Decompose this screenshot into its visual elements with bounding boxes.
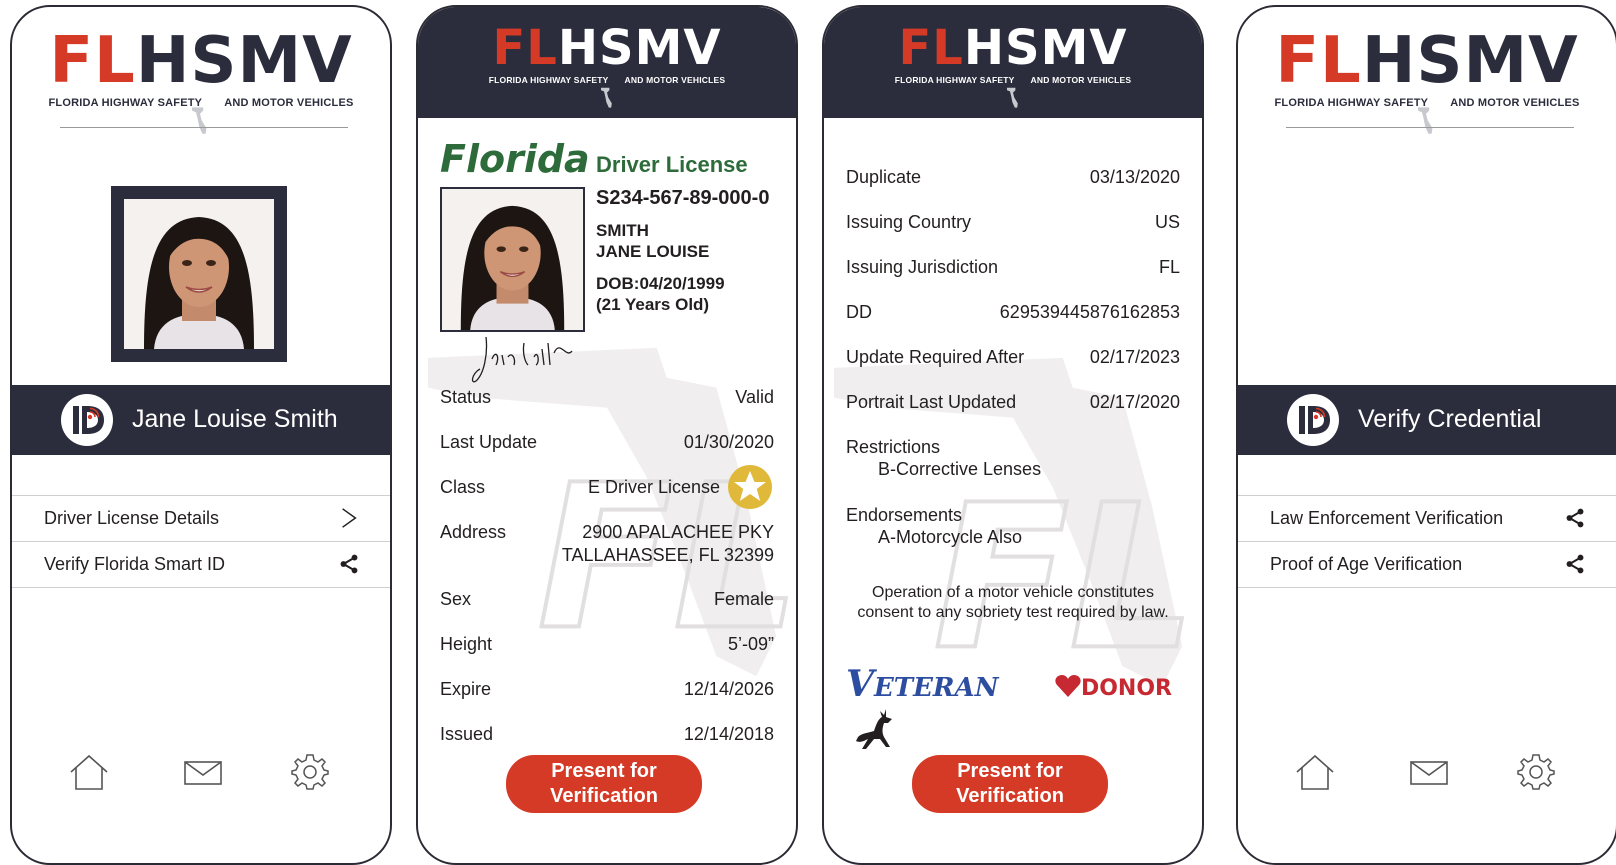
menu-list: Driver License Details Verify Florida Sm… [12,495,390,588]
florida-map-icon [1007,87,1019,109]
holder-name: Jane Louise Smith [132,405,338,433]
mail-icon[interactable] [183,752,223,792]
bottom-nav [12,752,390,792]
state-name: Florida [440,137,590,181]
name-banner: Jane Louise Smith [12,385,390,455]
license-front-screen: FLHSMV FLORIDA HIGHWAY SAFETY AND MOTOR V… [416,5,798,865]
flhsmv-logo: FLHSMV FLORIDA HIGHWAY SAFETY AND MOTOR V… [824,23,1202,85]
flhsmv-logo: FLHSMV FLORIDA HIGHWAY SAFETY AND MOTOR V… [12,29,390,109]
hunting-license-deer-icon [856,709,892,749]
gear-icon[interactable] [290,752,330,792]
holder-name: SMITH JANE LOUISE [596,221,710,261]
signature [471,336,573,383]
license-back-screen: FLHSMV FLORIDA HIGHWAY SAFETY AND MOTOR V… [822,5,1204,865]
title-banner: Verify Credential [1238,385,1616,455]
menu-list: Law Enforcement Verification Proof of Ag… [1238,495,1616,588]
bottom-nav [1238,752,1616,792]
gear-icon[interactable] [1516,752,1556,792]
license-photo [440,187,585,332]
flhsmv-logo: FLHSMV FLORIDA HIGHWAY SAFETY AND MOTOR V… [418,23,796,85]
home-screen: FLHSMV FLORIDA HIGHWAY SAFETY AND MOTOR V… [10,5,392,865]
share-icon [1564,507,1586,529]
share-icon [338,553,360,575]
mail-icon[interactable] [1409,752,1449,792]
menu-item-label: Law Enforcement Verification [1270,508,1504,528]
florida-map-icon [192,107,208,135]
restrictions-value: B-Corrective Lenses [878,459,1042,479]
menu-item-label: Verify Florida Smart ID [44,554,226,574]
endorsements-value: A-Motorcycle Also [878,527,1023,547]
profile-photo [111,186,287,362]
license-number: S234-567-89-000-0 [596,187,770,209]
share-icon [1564,553,1586,575]
svg-text:FL: FL [933,461,1196,693]
smart-id-logo-icon [60,393,114,447]
organ-donor-designation: DONOR [1055,675,1172,701]
flhsmv-logo: FLHSMV FLORIDA HIGHWAY SAFETY AND MOTOR V… [1238,29,1616,109]
verify-smart-id-item[interactable]: Verify Florida Smart ID [12,541,390,588]
florida-map-icon [1418,107,1434,135]
smart-id-logo-icon [1286,393,1340,447]
implied-consent-notice: Operation of a motor vehicle constitutes… [857,584,1169,621]
date-of-birth: DOB:04/20/1999 (21 Years Old) [596,274,725,314]
menu-item-label: Proof of Age Verification [1270,554,1463,574]
home-icon[interactable] [1295,752,1335,792]
verify-credential-screen: FLHSMV FLORIDA HIGHWAY SAFETY AND MOTOR V… [1236,5,1616,865]
proof-of-age-verification-item[interactable]: Proof of Age Verification [1238,541,1616,588]
law-enforcement-verification-item[interactable]: Law Enforcement Verification [1238,495,1616,541]
screen-title: Verify Credential [1358,405,1542,433]
home-icon[interactable] [69,752,109,792]
document-type: Driver License [596,152,748,177]
driver-license-details-item[interactable]: Driver License Details [12,495,390,541]
florida-map-icon [601,87,613,109]
menu-item-label: Driver License Details [44,508,220,528]
chevron-right-icon [338,507,360,529]
veteran-designation: VETERAN [846,663,999,705]
heart-icon [1055,675,1081,697]
present-for-verification-button[interactable]: Present for Verification [506,755,702,813]
real-id-star-icon [728,465,772,509]
present-for-verification-button[interactable]: Present for Verification [912,755,1108,813]
